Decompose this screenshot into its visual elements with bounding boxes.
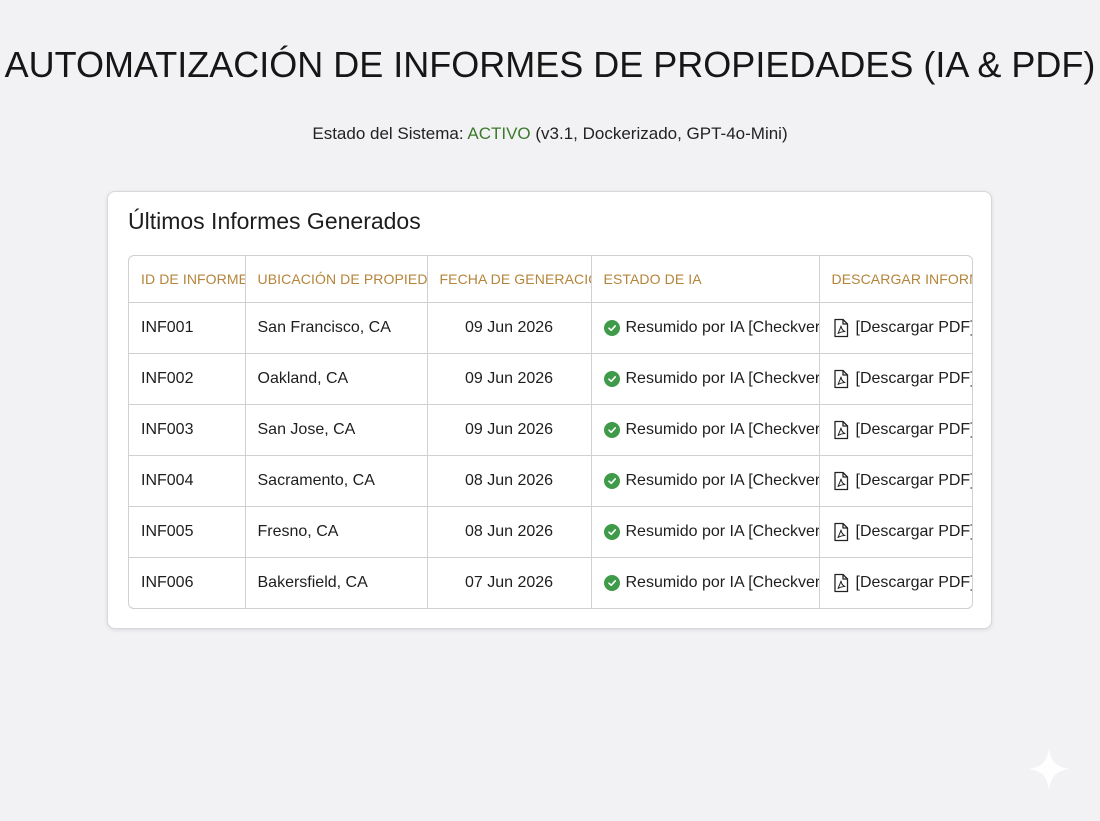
table-row: INF003 San Jose, CA 09 Jun 2026 Resumido po… — [129, 404, 973, 456]
report-id: INF002 — [129, 353, 246, 405]
table-row: INF006 Bakersfield, CA 07 Jun 2026 Resumido… — [129, 557, 972, 609]
column-header-ai-status: ESTADO DE IA — [591, 256, 820, 303]
generation-date: 09 Jun 2026 — [427, 404, 592, 456]
table-row: INF005 Fresno, CA 08 Jun 2026 Resumido por … — [129, 506, 973, 558]
property-location: Oakland, CA — [245, 353, 428, 405]
download-cell: [Descargar PDF] — [819, 404, 973, 456]
ai-status-cell: Resumido por IA [Checkverde] — [591, 557, 820, 608]
system-status: Estado del Sistema: ACTIVO (v3.1, Docker… — [0, 124, 1100, 144]
ai-status-text: Resumido por IA [Checkverde] — [625, 523, 819, 540]
property-location: Bakersfield, CA — [245, 557, 428, 608]
download-cell: [Descargar PDF] — [819, 506, 973, 558]
pdf-file-icon[interactable] — [832, 573, 850, 593]
ai-status-cell: Resumido por IA [Checkverde] — [591, 506, 820, 558]
generation-date: 08 Jun 2026 — [427, 506, 592, 558]
pdf-file-icon[interactable] — [832, 471, 850, 491]
report-id: INF005 — [129, 506, 246, 558]
download-cell: [Descargar PDF] — [819, 353, 973, 405]
report-id: INF004 — [129, 455, 246, 507]
download-cell: [Descargar PDF] — [819, 302, 973, 354]
system-status-detail: (v3.1, Dockerizado, GPT-4o-Mini) — [530, 124, 788, 143]
reports-table: ID DE INFORME UBICACIÓN DE PROPIEDAD FEC… — [128, 255, 973, 609]
check-circle-icon — [603, 575, 620, 591]
property-location: Fresno, CA — [245, 506, 428, 558]
ai-status-cell: Resumido por IA [Checkverde] — [591, 302, 820, 354]
table-row: INF002 Oakland, CA 09 Jun 2026 Resumido por… — [129, 353, 973, 405]
download-pdf-link[interactable]: [Descargar PDF] — [856, 421, 973, 439]
ai-status-text: Resumido por IA [Checkverde] — [625, 574, 819, 591]
ai-status-text: Resumido por IA [Checkverde] — [625, 472, 819, 489]
table-row: INF001 San Francisco, CA 09 Jun 2026 Resumi… — [129, 302, 973, 354]
check-circle-icon — [603, 524, 620, 540]
column-header-download: DESCARGAR INFORME — [819, 256, 972, 303]
download-pdf-link[interactable]: [Descargar PDF] — [856, 574, 973, 592]
download-cell: [Descargar PDF] — [819, 558, 972, 609]
table-row: INF004 Sacramento, CA 08 Jun 2026 Resumido … — [129, 455, 973, 507]
check-circle-icon — [603, 371, 620, 387]
ai-status-cell: Resumido por IA [Checkverde] — [591, 404, 820, 456]
pdf-file-icon[interactable] — [832, 369, 850, 389]
system-status-label: Estado del Sistema: — [312, 124, 468, 143]
pdf-file-icon[interactable] — [832, 420, 850, 440]
generation-date: 07 Jun 2026 — [427, 557, 592, 608]
check-circle-icon — [603, 422, 620, 438]
download-pdf-link[interactable]: [Descargar PDF] — [856, 370, 973, 388]
generation-date: 09 Jun 2026 — [427, 302, 592, 354]
ai-status-text: Resumido por IA [Checkverde] — [625, 319, 819, 336]
system-status-value: ACTIVO — [467, 124, 531, 143]
download-cell: [Descargar PDF] — [819, 455, 973, 507]
ai-status-cell: Resumido por IA [Checkverde] — [591, 455, 820, 507]
property-location: San Jose, CA — [245, 404, 428, 456]
ai-status-text: Resumido por IA [Checkverde] — [625, 370, 819, 387]
download-pdf-link[interactable]: [Descargar PDF] — [856, 319, 973, 337]
report-id: INF006 — [129, 557, 246, 608]
column-header-date: FECHA DE GENERACIÓN — [427, 256, 592, 303]
generation-date: 09 Jun 2026 — [427, 353, 592, 405]
check-circle-icon — [603, 320, 620, 336]
page-title: AUTOMATIZACIÓN DE INFORMES DE PROPIEDADE… — [4, 44, 1096, 85]
property-location: Sacramento, CA — [245, 455, 428, 507]
column-header-id: ID DE INFORME — [129, 256, 246, 303]
report-id: INF001 — [129, 302, 246, 354]
table-header-row: ID DE INFORME UBICACIÓN DE PROPIEDAD FEC… — [129, 256, 972, 303]
generation-date: 08 Jun 2026 — [427, 455, 592, 507]
ai-status-cell: Resumido por IA [Checkverde] — [591, 353, 820, 405]
column-header-location: UBICACIÓN DE PROPIEDAD — [245, 256, 428, 303]
download-pdf-link[interactable]: [Descargar PDF] — [856, 523, 973, 541]
download-pdf-link[interactable]: [Descargar PDF] — [856, 472, 973, 490]
report-id: INF003 — [129, 404, 246, 456]
card-title: Últimos Informes Generados — [128, 208, 421, 234]
property-location: San Francisco, CA — [245, 302, 428, 354]
pdf-file-icon[interactable] — [832, 318, 850, 338]
sparkle-icon — [1028, 748, 1070, 790]
reports-card: Últimos Informes Generados ID DE INFORME… — [107, 191, 992, 629]
pdf-file-icon[interactable] — [832, 522, 850, 542]
ai-status-text: Resumido por IA [Checkverde] — [625, 421, 819, 438]
check-circle-icon — [603, 473, 620, 489]
